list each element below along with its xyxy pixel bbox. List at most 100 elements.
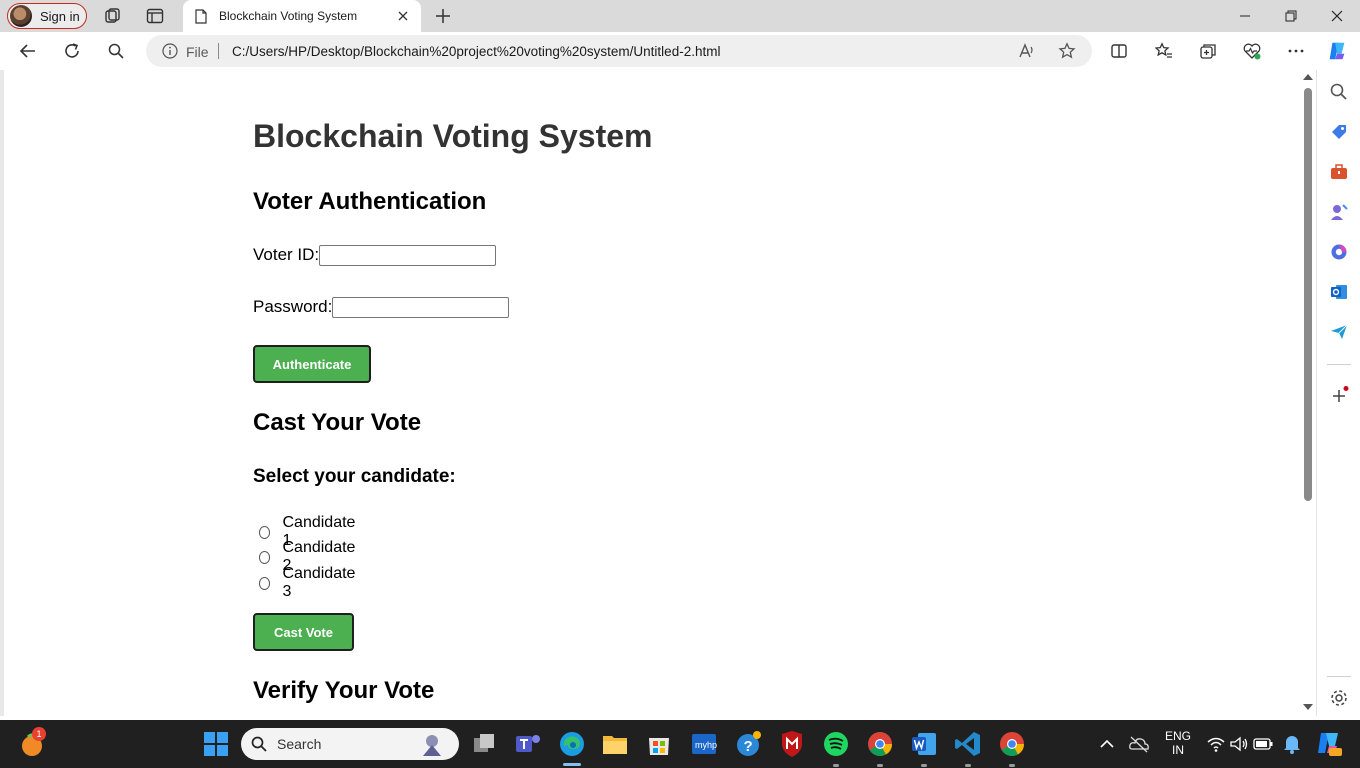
running-indicator	[1009, 764, 1015, 767]
microsoft-365-icon[interactable]	[1329, 242, 1349, 262]
copilot-icon	[1329, 42, 1345, 60]
search-button[interactable]	[105, 40, 127, 62]
taskbar-search-box[interactable]: Search	[241, 728, 459, 760]
chrome-profile-icon[interactable]	[998, 730, 1026, 758]
running-indicator	[833, 764, 839, 767]
refresh-icon	[65, 43, 79, 58]
drop-send-icon[interactable]	[1329, 322, 1349, 342]
word-icon[interactable]	[910, 730, 938, 758]
search-icon[interactable]	[1329, 82, 1349, 102]
password-label: Password:	[253, 297, 333, 316]
edge-browser-icon[interactable]	[558, 730, 586, 758]
sidebar-divider	[1327, 364, 1351, 365]
scroll-up-arrow-icon[interactable]	[1303, 74, 1313, 80]
add-app-icon[interactable]	[1329, 386, 1349, 406]
tab-title: Blockchain Voting System	[219, 9, 358, 23]
candidate-1-radio[interactable]	[259, 525, 271, 539]
info-icon[interactable]	[162, 43, 178, 59]
outlook-icon[interactable]	[1329, 282, 1349, 302]
sign-in-label: Sign in	[40, 8, 80, 24]
close-window-button[interactable]	[1314, 0, 1360, 32]
restore-button[interactable]	[1268, 0, 1314, 32]
copilot-pre-icon[interactable]	[1315, 731, 1343, 757]
favorites-button[interactable]	[1153, 40, 1175, 62]
vscode-icon[interactable]	[954, 730, 982, 758]
collections-button[interactable]	[1197, 40, 1219, 62]
sidebar-divider	[1327, 676, 1351, 677]
microsoft-store-icon[interactable]	[645, 730, 673, 758]
verify-heading: Verify Your Vote	[253, 677, 435, 704]
favorite-star-icon[interactable]	[1058, 42, 1076, 60]
widgets-badge: 1	[32, 727, 46, 741]
windows-start-icon[interactable]	[202, 730, 230, 758]
wifi-icon[interactable]	[1206, 734, 1226, 754]
gear-icon[interactable]	[1329, 688, 1349, 708]
candidate-2-radio[interactable]	[259, 550, 271, 564]
svg-text:?: ?	[744, 738, 753, 755]
scrollbar-thumb[interactable]	[1304, 88, 1312, 501]
refresh-button[interactable]	[61, 40, 83, 62]
url-separator	[218, 43, 219, 59]
notification-bell-icon[interactable]	[1282, 733, 1302, 755]
workspaces-icon[interactable]	[103, 6, 123, 26]
read-aloud-icon[interactable]	[1018, 42, 1036, 60]
running-indicator	[921, 764, 927, 767]
search-icon	[251, 736, 267, 752]
chrome-icon[interactable]	[866, 730, 894, 758]
more-icon	[1288, 49, 1304, 53]
tab-actions-icon[interactable]	[145, 6, 165, 26]
close-tab-button[interactable]	[393, 6, 413, 26]
browser-tab-bar: Sign in Blockchain Voting System	[0, 0, 1360, 32]
url-text[interactable]: C:/Users/HP/Desktop/Blockchain%20project…	[232, 44, 720, 59]
task-view-icon[interactable]	[470, 730, 498, 758]
volume-icon[interactable]	[1229, 734, 1249, 754]
active-app-indicator	[563, 763, 581, 766]
browser-toolbar: File C:/Users/HP/Desktop/Blockchain%20pr…	[0, 32, 1360, 70]
auth-heading: Voter Authentication	[253, 188, 487, 215]
new-tab-icon[interactable]	[433, 6, 453, 26]
tools-briefcase-icon[interactable]	[1329, 162, 1349, 182]
minimize-button[interactable]	[1222, 0, 1268, 32]
candidate-option[interactable]: Candidate 3	[259, 565, 357, 601]
language-code: ENG	[1164, 729, 1191, 743]
split-screen-button[interactable]	[1108, 40, 1130, 62]
games-icon[interactable]	[1329, 202, 1349, 222]
back-button[interactable]	[17, 40, 39, 62]
voter-id-label: Voter ID:	[253, 245, 320, 264]
candidate-3-radio[interactable]	[259, 576, 271, 590]
authenticate-button[interactable]: Authenticate	[253, 345, 371, 383]
spotify-icon[interactable]	[822, 730, 850, 758]
close-icon	[1331, 10, 1343, 22]
address-bar[interactable]: File C:/Users/HP/Desktop/Blockchain%20pr…	[146, 35, 1092, 67]
get-help-icon[interactable]: ?	[734, 730, 762, 758]
svg-text:myhp: myhp	[695, 740, 717, 750]
browser-essentials-button[interactable]	[1241, 40, 1263, 62]
candidate-subheading: Select your candidate:	[253, 466, 456, 487]
taskbar-search-label: Search	[277, 736, 322, 752]
chevron-up-icon[interactable]	[1097, 734, 1117, 754]
page-title: Blockchain Voting System	[253, 118, 653, 154]
settings-and-more-button[interactable]	[1285, 40, 1307, 62]
scroll-down-arrow-icon[interactable]	[1303, 704, 1313, 710]
voter-id-field[interactable]	[319, 245, 496, 266]
teams-icon[interactable]	[514, 730, 542, 758]
shopping-tag-icon[interactable]	[1329, 122, 1349, 142]
onedrive-offline-icon[interactable]	[1128, 733, 1150, 755]
cast-vote-button[interactable]: Cast Vote	[253, 613, 354, 651]
minimize-icon	[1240, 15, 1250, 17]
active-tab[interactable]: Blockchain Voting System	[183, 0, 421, 32]
password-field[interactable]	[332, 297, 509, 318]
windows-taskbar: 1 Search myhp ? ENG IN	[0, 720, 1360, 768]
running-indicator	[877, 764, 883, 767]
sign-in-button[interactable]: Sign in	[7, 3, 87, 29]
split-screen-icon	[1111, 44, 1127, 58]
battery-icon[interactable]	[1253, 734, 1273, 754]
language-indicator[interactable]: ENG IN	[1160, 729, 1196, 757]
copilot-button[interactable]	[1326, 40, 1348, 62]
myhp-icon[interactable]: myhp	[690, 730, 718, 758]
file-explorer-icon[interactable]	[601, 730, 629, 758]
collections-icon	[1200, 44, 1216, 59]
search-highlight-icon	[423, 735, 441, 756]
document-icon	[195, 8, 207, 24]
mcafee-icon[interactable]	[778, 730, 806, 758]
